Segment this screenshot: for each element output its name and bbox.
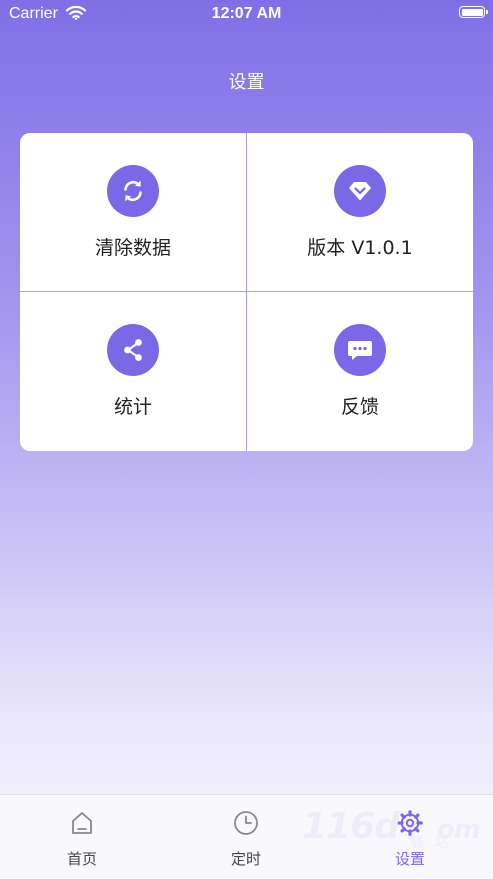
tab-bar: 首页 定时 设置 [0,794,493,879]
feedback-button[interactable]: 反馈 [247,292,473,450]
clock-icon [232,809,260,837]
page-title: 设置 [228,72,265,93]
tab-settings[interactable]: 设置 [360,795,460,879]
version-label: 版本 V1.0.1 [307,237,413,259]
tab-timer[interactable]: 定时 [196,795,296,879]
share-icon [107,324,159,376]
clear-data-label: 清除数据 [94,237,171,259]
settings-grid: 清除数据 版本 V1.0.1 统计 反馈 [20,133,473,451]
version-button[interactable]: 版本 V1.0.1 [247,133,473,291]
gear-icon [396,809,424,837]
tab-settings-label: 设置 [394,850,425,868]
statistics-label: 统计 [113,396,152,418]
tab-timer-label: 定时 [230,850,261,868]
diamond-icon [334,165,386,217]
status-bar: Carrier 12:07 AM [0,0,493,30]
refresh-icon [107,165,159,217]
status-time: 12:07 AM [211,5,282,22]
battery-icon [459,6,488,18]
clear-data-button[interactable]: 清除数据 [20,133,246,291]
statistics-button[interactable]: 统计 [20,292,246,450]
tab-home-label: 首页 [66,850,97,868]
chat-bubble-icon [334,324,386,376]
home-icon [68,809,96,837]
feedback-label: 反馈 [340,396,379,418]
tab-home[interactable]: 首页 [32,795,132,879]
settings-screen: Carrier 12:07 AM 设置 清除数据 版本 V1.0.1 统计 反馈… [0,0,493,879]
